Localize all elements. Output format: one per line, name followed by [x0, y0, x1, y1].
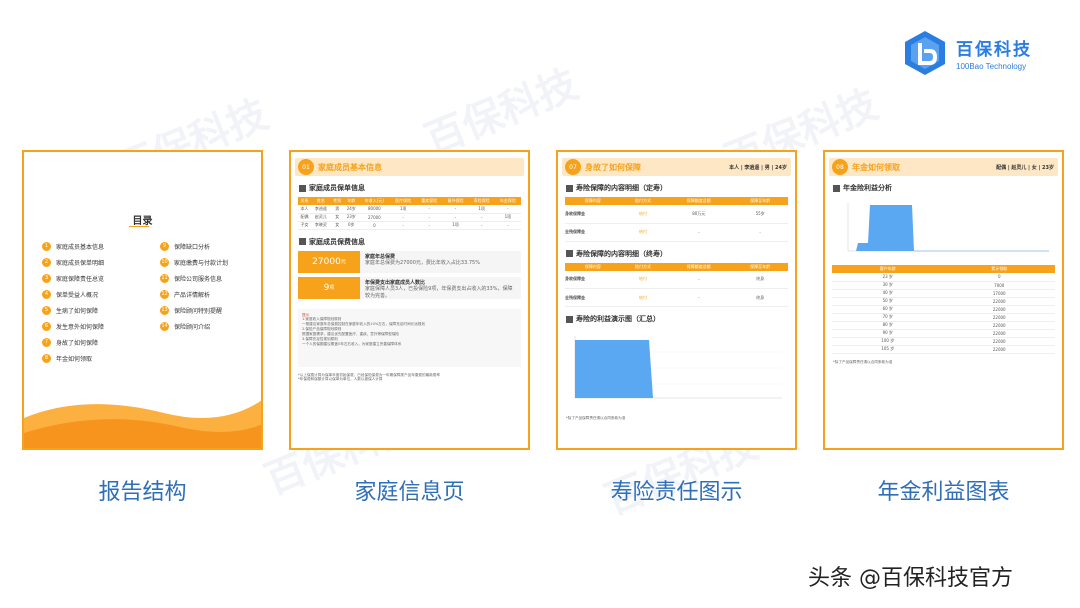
- toc-right-column: 9 保障缺口分析 10 家庭缴费与付款计划 11 保险公司服务信息 12 产品详情解析 …: [160, 238, 228, 334]
- table-row: 90 岁 22000: [832, 329, 1055, 338]
- toc-left-column: 1 家庭成员基本信息 2 家庭成员保单明细 3 家庭保障责任总览 4 保单受益人概况 5…: [42, 238, 104, 366]
- life-benefit-chart: [574, 336, 782, 399]
- table-row: 子女 李晓灵女 0岁 0 - -1项 - -: [298, 221, 521, 230]
- brand-hexagon-icon: [905, 31, 945, 75]
- caption-annuity-chart: 年金利益图表: [877, 480, 1010, 505]
- watermark: 百保科技: [418, 61, 585, 165]
- subsection-title: 寿险的利益演示图（汇总）: [566, 314, 787, 324]
- table-row: 30 岁 7000: [832, 281, 1055, 290]
- table-row: 100 岁 22000: [832, 337, 1055, 346]
- toc-item[interactable]: 7 身故了如何保障: [42, 334, 104, 350]
- brand-subtitle: 100Bao Technology: [956, 62, 1027, 71]
- table-footnote: *除了产品保障责任请以合同条款为准: [833, 359, 893, 364]
- brand-name: 百保科技: [956, 40, 1032, 60]
- toc-item[interactable]: 3 家庭保障责任总览: [42, 270, 104, 286]
- subsection-title: 家庭成员保费信息: [299, 237, 520, 247]
- family-info-card[interactable]: 01 家庭成员基本信息 家庭成员保单信息 关系 姓名 性别 年龄 年收入(元) 医疗保险…: [289, 150, 530, 450]
- toc-item[interactable]: 9 保障缺口分析: [160, 238, 228, 254]
- count-row: 9项 年保费支出家庭成员人数比 家庭保障人员3人，已投保险9项，年保费支出占收入…: [298, 276, 521, 299]
- caption-report-structure: 报告结构: [98, 480, 187, 505]
- annuity-benefit-chart: [847, 203, 1049, 252]
- toc-item[interactable]: 14 保险顾问介绍: [160, 318, 228, 334]
- subsection-title: 寿险保障的内容明细（定寿）: [566, 183, 787, 193]
- annuity-chart-card[interactable]: 08 年金如何领取 配偶 | 赵灵儿 | 女 | 23岁 年金险利益分析 客户年…: [823, 150, 1064, 450]
- chart-footnote: *除了产品保障责任请以合同条款为准: [566, 416, 626, 420]
- table-row: 50 岁 22000: [832, 297, 1055, 306]
- footer-attribution: 头条 @百保科技官方: [808, 566, 1013, 591]
- toc-item[interactable]: 6 发生意外如何保障: [42, 318, 104, 334]
- table-row: 60 岁 22000: [832, 305, 1055, 314]
- orange-wave-decoration: [24, 400, 261, 448]
- table-row: 80 岁 22000: [832, 321, 1055, 330]
- toc-item[interactable]: 12 产品详情解析: [160, 286, 228, 302]
- caption-family-info: 家庭信息页: [354, 480, 465, 505]
- section-header: 08 年金如何领取 配偶 | 赵灵儿 | 女 | 23岁: [829, 158, 1058, 176]
- toc-title: 目录: [132, 216, 153, 227]
- document-icon: [566, 184, 573, 192]
- caption-life-insurance: 寿险责任图示: [610, 480, 743, 505]
- subsection-title: 家庭成员保单信息: [299, 183, 520, 193]
- term-life-table: 保障内容 赔付方式 保障额度总额 保障至年龄 身故保障金 给付 80万元 55岁 全残保障金…: [565, 197, 788, 242]
- toc-item[interactable]: 4 保单受益人概况: [42, 286, 104, 302]
- wallet-icon: [299, 238, 306, 245]
- table-row: 身故保障金 给付 80万元 55岁: [565, 205, 788, 224]
- bar-chart-icon: [566, 315, 573, 323]
- family-icon: [299, 184, 306, 192]
- table-row: 全残保障金 给付 - -: [565, 223, 788, 242]
- toc-item[interactable]: 2 家庭成员保单明细: [42, 254, 104, 270]
- toc-item[interactable]: 11 保险公司服务信息: [160, 270, 228, 286]
- document-icon: [566, 250, 573, 257]
- toc-item[interactable]: 1 家庭成员基本信息: [42, 238, 104, 254]
- section-header: 01 家庭成员基本信息: [295, 158, 524, 176]
- section-header: 07 身故了如何保障 本人 | 李逍遥 | 男 | 24岁: [562, 158, 791, 176]
- bar-chart-icon: [833, 184, 840, 192]
- table-row: 配偶 赵灵儿女 23岁 27000 - - - -1项: [298, 213, 521, 222]
- toc-item[interactable]: 5 生病了如何保障: [42, 302, 104, 318]
- toc-item[interactable]: 10 家庭缴费与付款计划: [160, 254, 228, 270]
- annuity-table: 客户年龄 累计领取 23 岁0 30 岁 7000 40 岁 17000 50 岁 22…: [832, 265, 1055, 354]
- premium-row: 27000 元 家庭年总保费 家庭年总保费为27000元，费比年收入占比33.75…: [298, 250, 521, 273]
- subsection-title: 寿险保障的内容明细（终寿）: [566, 249, 787, 259]
- table-row: 全残保障金 给付 - 终身: [565, 288, 788, 307]
- tip-box: 提示 1.家庭收入保障规划原则 一般建议家庭年总保费控制在家庭年收入的10%左右…: [298, 308, 521, 367]
- table-row: 23 岁0: [832, 273, 1055, 282]
- toc-item[interactable]: 13 保险顾问特别提醒: [160, 302, 228, 318]
- table-row: 105 岁 22000: [832, 345, 1055, 354]
- life-insurance-card[interactable]: 07 身故了如何保障 本人 | 李逍遥 | 男 | 24岁 寿险保障的内容明细（…: [556, 150, 797, 450]
- subsection-title: 年金险利益分析: [833, 183, 1054, 193]
- whole-life-table: 保障内容 赔付方式 保障额度总额 保障至年龄 身故保障金 给付 - 终身 全残保障金 给付 - 终…: [565, 262, 788, 307]
- table-row: 身故保障金 给付 - 终身: [565, 270, 788, 289]
- premium-value: 27000: [312, 256, 341, 267]
- table-row: 40 岁 17000: [832, 289, 1055, 298]
- report-structure-card[interactable]: 目录 1 家庭成员基本信息 2 家庭成员保单明细 3 家庭保障责任总览 4 保单受益人概…: [22, 150, 263, 450]
- table-row: 70 岁 22000: [832, 313, 1055, 322]
- footnote: *以上保费计算为保单年度初始保费，已经保险保费为一年期保障类产品年缴费的最新费率…: [298, 372, 440, 382]
- brand-logo: 百保科技 100Bao Technology: [904, 30, 1032, 76]
- toc-item[interactable]: 8 年金如何领取: [42, 350, 104, 366]
- family-policy-table: 关系 姓名 性别 年龄 年收入(元) 医疗保险 重疾保险 意外保险 寿险保险 年金保险 本人 李逍…: [298, 197, 521, 230]
- table-row: 本人 李逍遥男 24岁 80000 1项 - -1项 -: [298, 205, 521, 214]
